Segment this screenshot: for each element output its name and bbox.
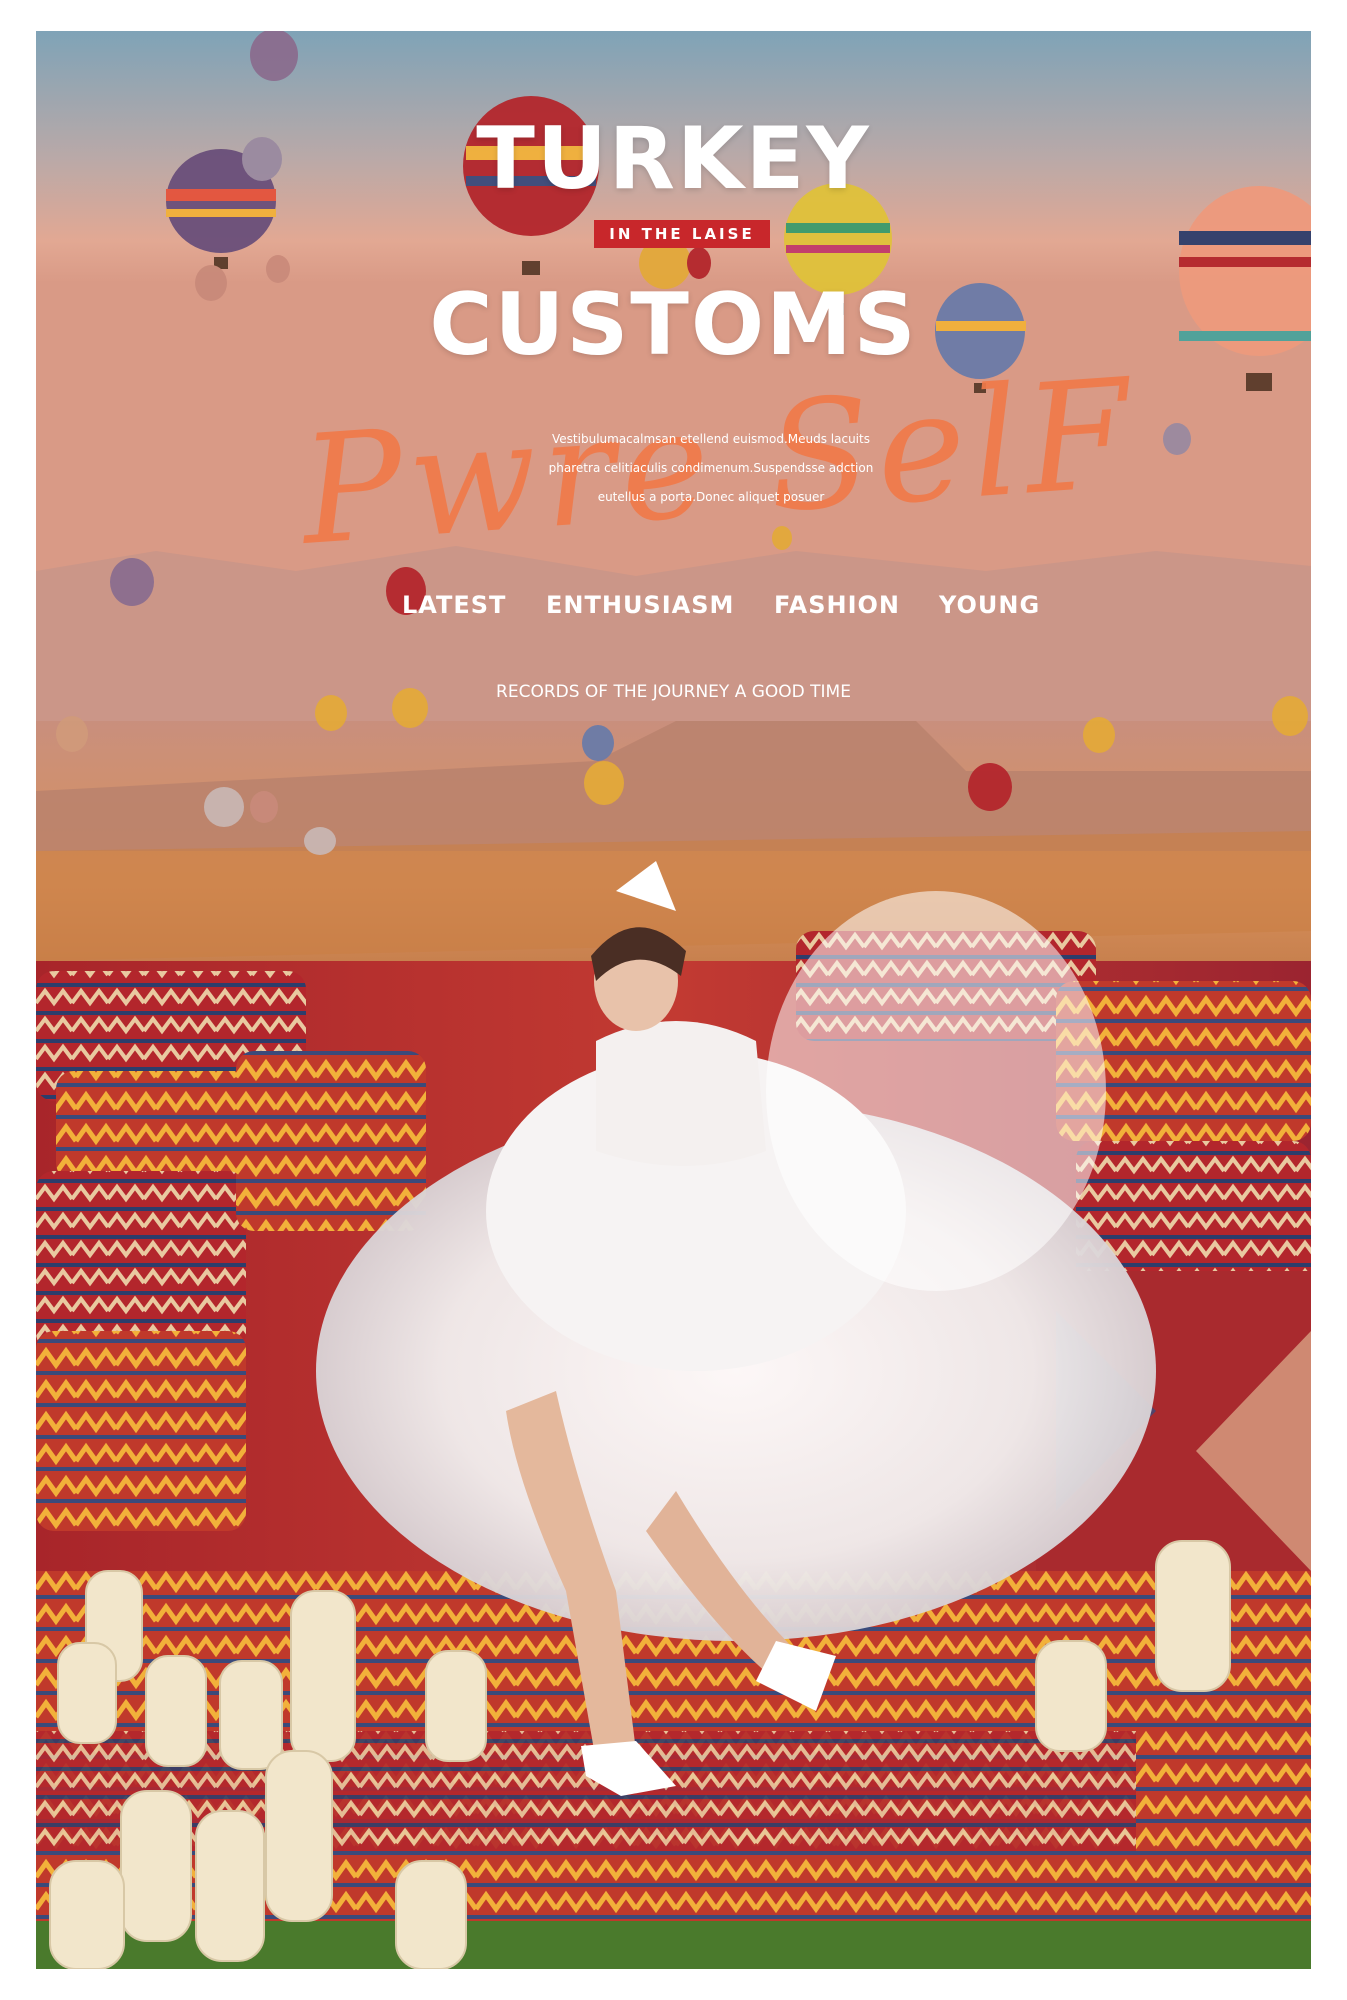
keyword-young: YOUNG	[939, 591, 1041, 619]
title-turkey: TURKEY	[476, 109, 871, 209]
tag-badge: IN THE LAISE	[594, 220, 770, 248]
description-line: pharetra celitiaculis condimenum.Suspend…	[548, 461, 874, 475]
keyword-latest: LATEST	[402, 591, 507, 619]
keyword-fashion: FASHION	[774, 591, 901, 619]
description-block: Vestibulumacalmsan etellend euismod.Meud…	[516, 425, 906, 512]
description-line: Vestibulumacalmsan etellend euismod.Meud…	[552, 432, 870, 446]
subtitle: RECORDS OF THE JOURNEY A GOOD TIME	[496, 682, 851, 702]
keyword-enthusiasm: ENTHUSIASM	[546, 591, 735, 619]
poster-frame: TURKEY IN THE LAISE CUSTOMS Pwre SelF Ve…	[36, 31, 1311, 1969]
description-line: eutellus a porta.Donec aliquet posuer	[597, 490, 825, 504]
